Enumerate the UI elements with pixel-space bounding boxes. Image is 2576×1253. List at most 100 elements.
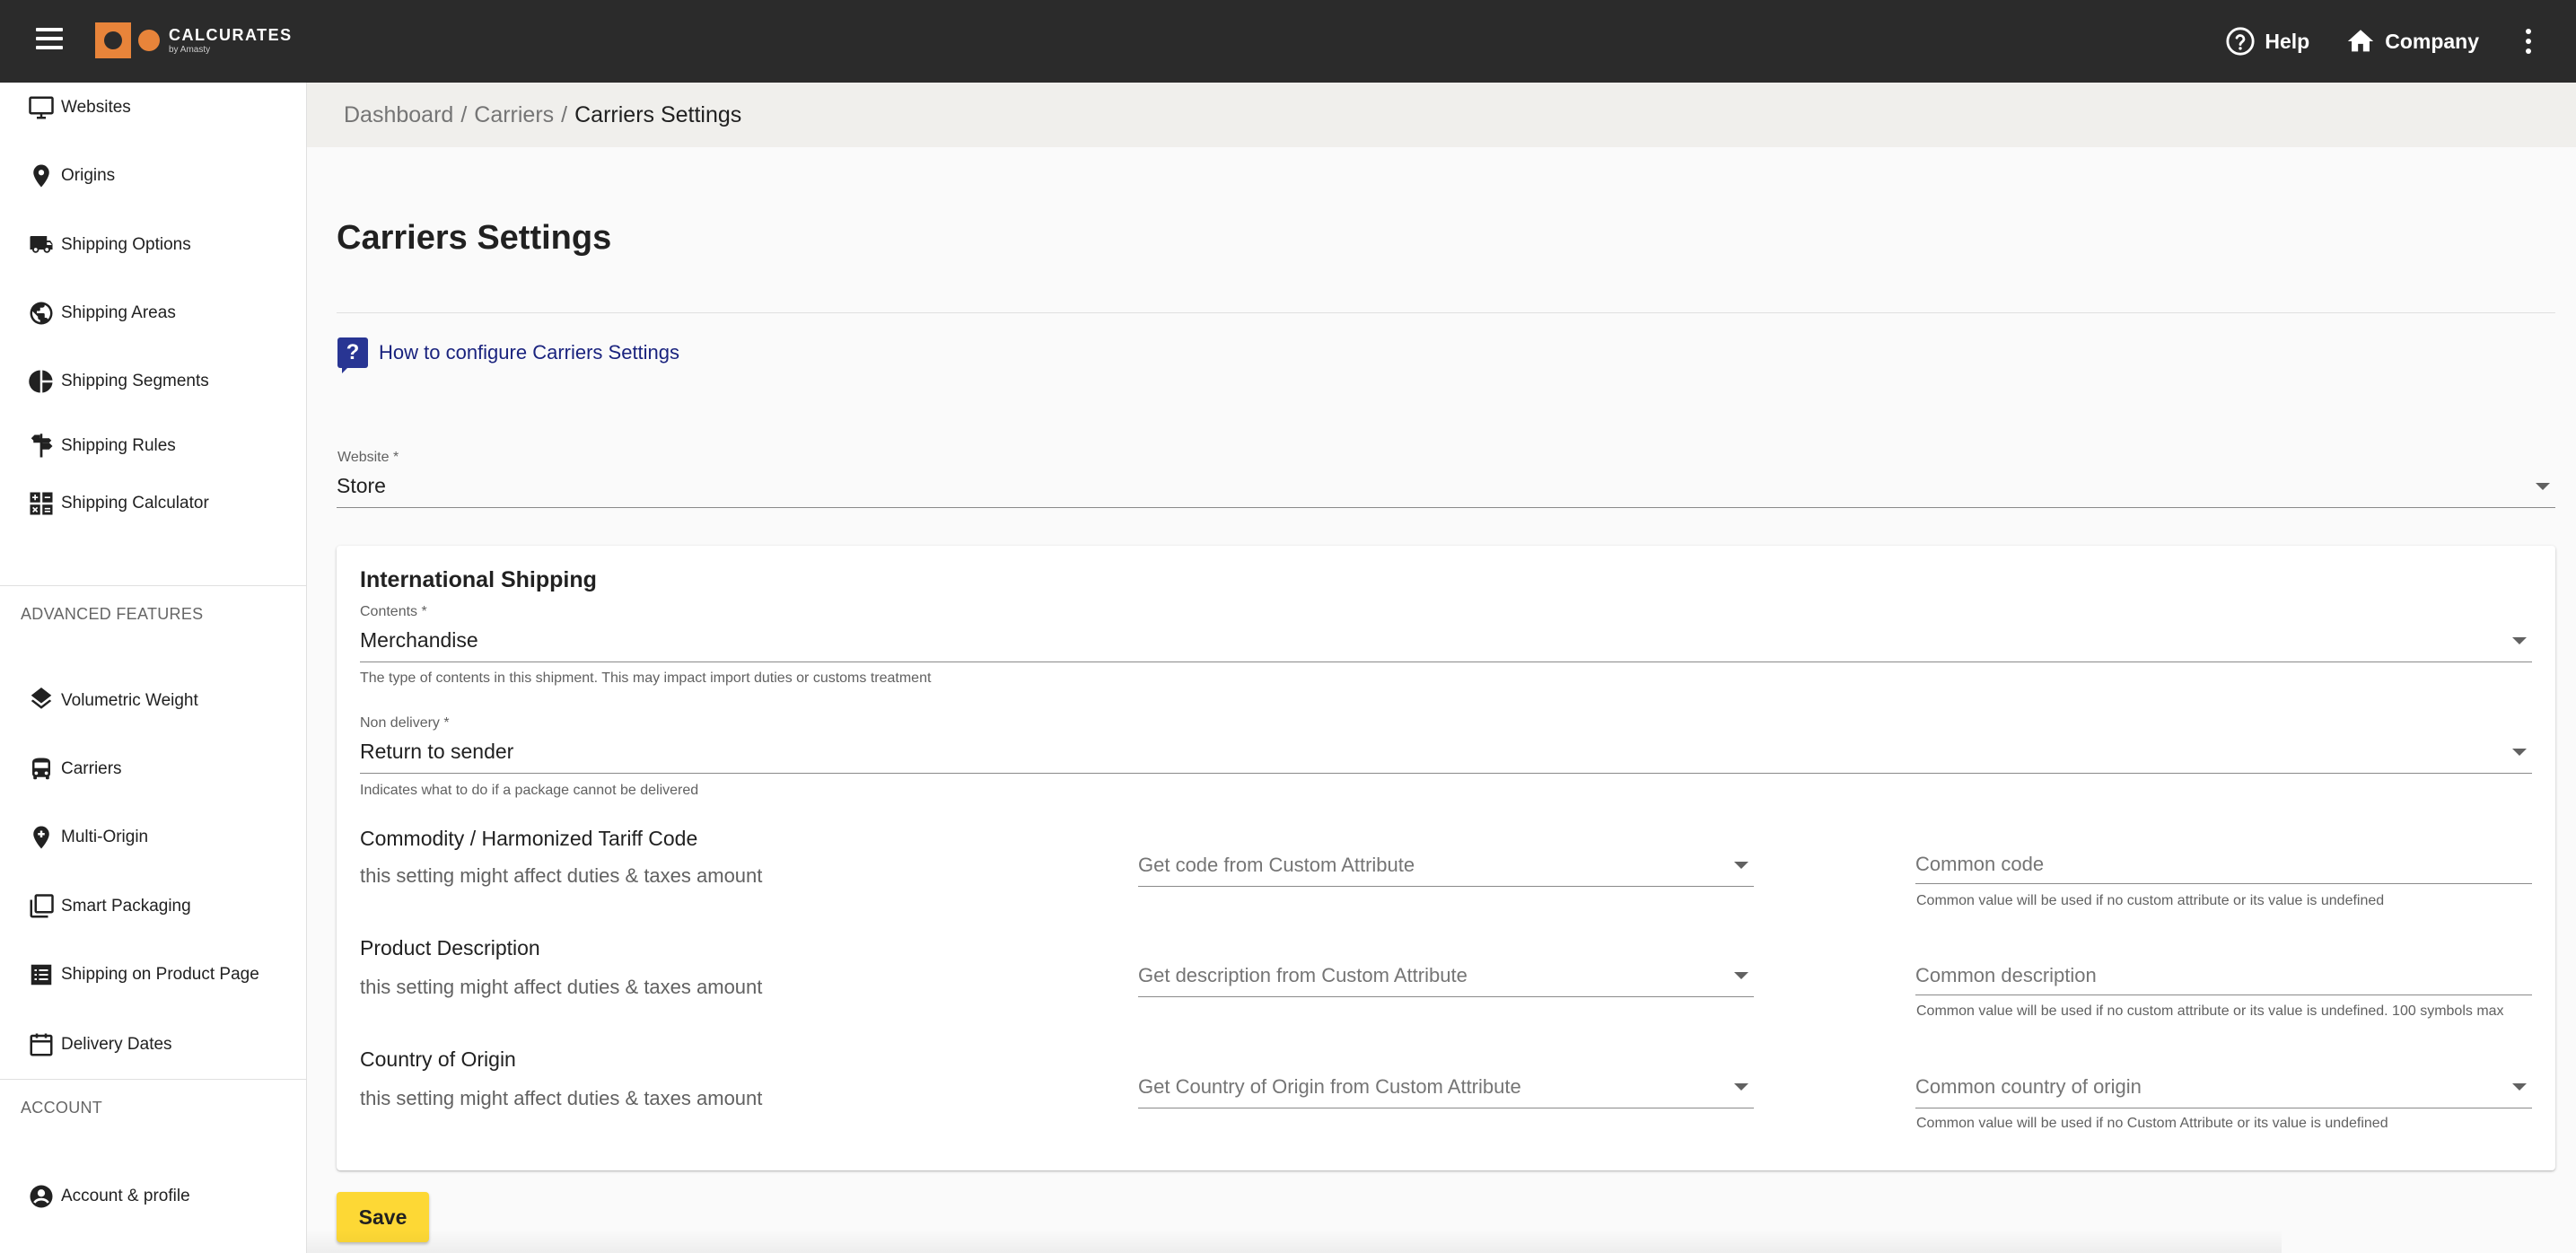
common-description-hint: Common value will be used if no custom a… (1916, 1003, 2504, 1019)
globe-icon (27, 299, 56, 328)
pie-chart-icon (27, 367, 56, 396)
breadcrumb-separator: / (561, 101, 568, 127)
non-delivery-value: Return to sender (360, 740, 514, 763)
sidebar-item-label: Shipping Options (61, 235, 191, 254)
sidebar-item-websites[interactable]: Websites (0, 83, 306, 133)
question-help-icon: ? (337, 337, 368, 373)
howto-link-label: How to configure Carriers Settings (379, 341, 680, 364)
bottom-shadow (307, 1230, 2282, 1253)
non-delivery-hint: Indicates what to do if a package cannot… (360, 783, 699, 798)
sidebar-item-volumetric-weight[interactable]: Volumetric Weight (0, 676, 306, 726)
location-plus-icon (27, 823, 56, 852)
logo-name: CALCURATES (169, 25, 293, 44)
common-description-input[interactable] (1915, 963, 2532, 987)
commodity-code-title: Commodity / Harmonized Tariff Code (360, 827, 698, 850)
logo-text: CALCURATES by Amasty (169, 27, 293, 55)
common-description-field[interactable] (1915, 956, 2532, 995)
country-of-origin-subtitle: this setting might affect duties & taxes… (360, 1087, 763, 1109)
sidebar-item-label: Websites (61, 98, 131, 117)
logo-sub: by Amasty (169, 44, 211, 55)
product-description-title: Product Description (360, 936, 540, 959)
sidebar-item-origins[interactable]: Origins (0, 151, 306, 201)
common-code-field[interactable] (1915, 845, 2532, 884)
sidebar-item-label: Shipping on Product Page (61, 965, 259, 984)
sidebar-item-shipping-rules[interactable]: Shipping Rules (0, 421, 306, 471)
library-icon (27, 892, 56, 921)
home-icon (2345, 26, 2376, 57)
sidebar-item-label: Smart Packaging (61, 897, 191, 916)
website-value: Store (337, 474, 386, 497)
breadcrumb: Dashboard / Carriers / Carriers Settings (307, 83, 2576, 147)
account-circle-icon (27, 1182, 56, 1211)
sidebar-item-smart-packaging[interactable]: Smart Packaging (0, 881, 306, 932)
advanced-features-heading: ADVANCED FEATURES (21, 605, 204, 623)
top-actions: Help Company (2225, 0, 2576, 83)
sidebar-item-shipping-areas[interactable]: Shipping Areas (0, 288, 306, 338)
location-pin-icon (27, 162, 56, 190)
country-of-origin-attribute-select[interactable]: Get Country of Origin from Custom Attrib… (1138, 1065, 1754, 1108)
sidebar-item-label: Multi-Origin (61, 828, 149, 846)
more-vertical-icon[interactable] (2515, 23, 2542, 59)
sidebar-item-label: Shipping Areas (61, 303, 176, 322)
common-country-of-origin-hint: Common value will be used if no Custom A… (1916, 1116, 2388, 1131)
sidebar-item-delivery-dates[interactable]: Delivery Dates (0, 1020, 306, 1070)
commodity-code-subtitle: this setting might affect duties & taxes… (360, 864, 763, 887)
sidebar-item-shipping-calculator[interactable]: Shipping Calculator (0, 478, 306, 529)
contents-value: Merchandise (360, 628, 478, 652)
sidebar: Websites Origins Shipping Options Shipping … (0, 83, 307, 1253)
website-label: Website * (337, 450, 399, 465)
calendar-icon (27, 1030, 56, 1059)
product-description-attribute-select[interactable]: Get description from Custom Attribute (1138, 954, 1754, 997)
calculator-icon (27, 489, 56, 518)
dropdown-arrow-icon (1734, 1082, 1748, 1091)
help-label: Help (2265, 29, 2310, 53)
sidebar-item-multi-origin[interactable]: Multi-Origin (0, 812, 306, 863)
sidebar-divider (0, 585, 306, 586)
help-circle-icon (2225, 26, 2256, 57)
sidebar-item-label: Shipping Segments (61, 372, 209, 390)
company-label: Company (2385, 29, 2479, 53)
calcurates-logo[interactable]: CALCURATES by Amasty (95, 22, 293, 58)
sidebar-item-shipping-options[interactable]: Shipping Options (0, 220, 306, 270)
contents-select[interactable]: Merchandise (360, 619, 2532, 662)
list-box-icon (27, 960, 56, 989)
website-select[interactable]: Store (337, 465, 2555, 508)
sidebar-item-account-profile[interactable]: Account & profile (0, 1171, 306, 1222)
contents-hint: The type of contents in this shipment. T… (360, 670, 932, 686)
sidebar-item-label: Shipping Calculator (61, 494, 209, 513)
monitor-icon (27, 93, 56, 122)
product-description-attribute-placeholder: Get description from Custom Attribute (1138, 963, 1468, 986)
sidebar-item-shipping-on-product-page[interactable]: Shipping on Product Page (0, 950, 306, 1000)
common-country-of-origin-placeholder: Common country of origin (1915, 1074, 2142, 1098)
contents-label: Contents * (360, 604, 427, 619)
sidebar-item-shipping-segments[interactable]: Shipping Segments (0, 356, 306, 407)
dropdown-arrow-icon (2512, 748, 2527, 756)
product-description-subtitle: this setting might affect duties & taxes… (360, 976, 763, 998)
page-title: Carriers Settings (337, 219, 612, 257)
sidebar-item-usage-statistics[interactable]: Usage Statistics (0, 1240, 306, 1253)
howto-link[interactable]: ? How to configure Carriers Settings (337, 337, 680, 373)
title-divider (337, 312, 2555, 313)
breadcrumb-dashboard[interactable]: Dashboard (344, 102, 453, 128)
dropdown-arrow-icon (2512, 636, 2527, 644)
common-country-of-origin-select[interactable]: Common country of origin (1915, 1065, 2532, 1108)
sidebar-divider (0, 1079, 306, 1080)
sidebar-item-label: Carriers (61, 759, 122, 778)
sidebar-item-carriers[interactable]: Carriers (0, 744, 306, 794)
sidebar-item-label: Origins (61, 166, 116, 185)
hamburger-menu-icon[interactable] (31, 20, 68, 57)
dropdown-arrow-icon (1734, 971, 1748, 979)
commodity-code-attribute-select[interactable]: Get code from Custom Attribute (1138, 844, 1754, 887)
breadcrumb-carriers[interactable]: Carriers (474, 102, 554, 128)
dropdown-arrow-icon (2536, 482, 2550, 490)
logo-circle-mark (138, 30, 160, 51)
international-shipping-title: International Shipping (360, 567, 597, 592)
breadcrumb-current: Carriers Settings (574, 101, 742, 127)
non-delivery-select[interactable]: Return to sender (360, 731, 2532, 774)
dropdown-arrow-icon (2512, 1082, 2527, 1091)
help-button[interactable]: Help (2225, 26, 2309, 57)
company-button[interactable]: Company (2345, 26, 2479, 57)
common-code-input[interactable] (1915, 852, 2532, 876)
layers-icon (27, 687, 56, 715)
account-heading: ACCOUNT (21, 1099, 103, 1117)
